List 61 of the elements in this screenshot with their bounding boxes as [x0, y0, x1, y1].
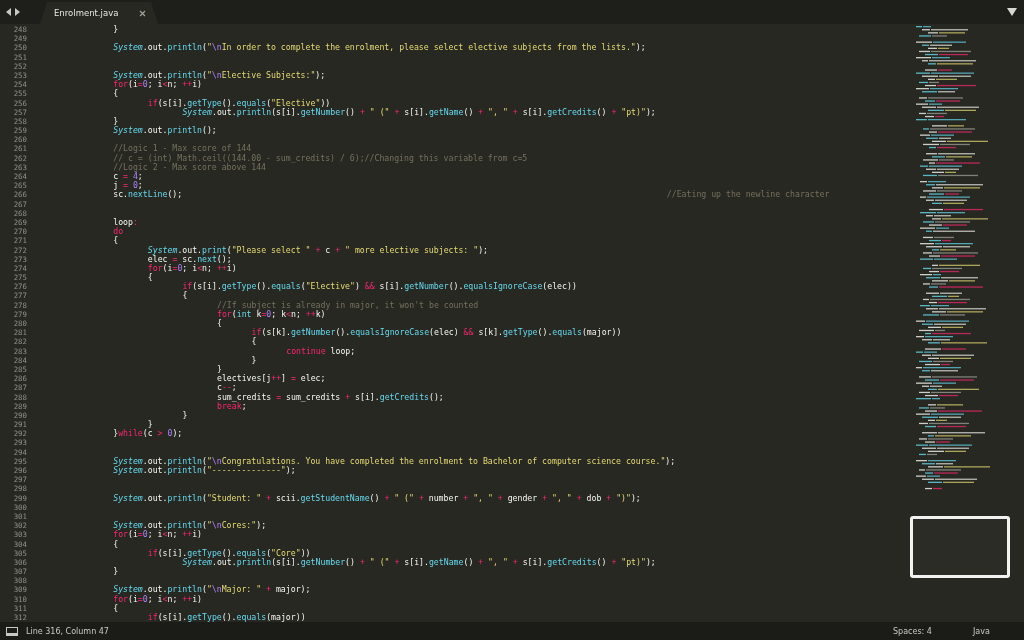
code-line: System.out.println();	[112, 126, 217, 136]
code-line: {	[112, 603, 119, 613]
code-line: }while(c > 0);	[112, 429, 183, 439]
code-line: for(int k=0; k<n; ++k)	[216, 309, 326, 319]
code-line: for(i=0; i<n; ++i)	[112, 594, 202, 604]
code-line: System.out.println("\nCongratulations. You have completed the enrolment to Bachelor of computer science course.");	[112, 456, 676, 466]
code-line: if(s[k].getNumber().equalsIgnoreCase(elec) && s[k].getType().equals(major))	[250, 328, 622, 338]
file-tab[interactable]: Enrolment.java	[40, 2, 158, 24]
code-line: loop:	[112, 217, 138, 228]
cursor-position: Line 316, Column 47	[26, 626, 109, 636]
code-line: elec = sc.next();	[146, 254, 232, 264]
code-line: }	[112, 116, 119, 127]
code-line: if(s[i].getType().equals("Elective"))	[146, 98, 331, 108]
code-line: }	[147, 420, 153, 430]
code-line: System.out.println(s[i].getNumber() + " (" + s[i].getName() + ", " + s[i].getCredits() + "pt)");	[182, 107, 656, 117]
code-line: do	[112, 227, 124, 237]
code-line: {	[250, 337, 257, 347]
code-line: {	[146, 273, 153, 283]
code-line: }	[250, 355, 257, 365]
indentation-setting[interactable]: Spaces: 4	[893, 626, 973, 636]
code-line: //Logic 2 - Max score above 144	[112, 162, 266, 172]
back-forward-icon[interactable]	[6, 8, 20, 16]
code-line: for(i=0; i<n; ++i)	[112, 80, 202, 90]
minimap-viewport[interactable]	[910, 516, 1010, 578]
code-line: System.out.println("\nCores:");	[112, 521, 267, 531]
code-line: System.out.println("Student: " + scii.getStudentName() + " (" + number + ", " + gender + ", " + dob + ")");	[112, 493, 641, 503]
code-line: System.out.println(s[i].getNumber() + " (" + s[i].getName() + ", " + s[i].getCredits() + "pt)");	[182, 557, 656, 568]
code-line: //If subject is already in major, it won't be counted	[216, 300, 479, 310]
code-line: }	[112, 567, 119, 577]
code-line: {	[112, 539, 119, 549]
code-line: System.out.print("Please select " + c + " more elective subjects: ");	[146, 245, 488, 255]
code-line: sc.nextLine(); //Eating up the newline character	[112, 190, 830, 200]
code-line: }	[112, 25, 119, 35]
code-line: break;	[216, 401, 247, 411]
code-line: c = 4;	[112, 172, 143, 181]
code-line: {	[216, 319, 222, 329]
code-line: if(s[i].getType().equals(major))	[146, 613, 306, 622]
code-line: // c = (int) Math.ceil((144.00 - sum_credits) / 6);//Changing this variable from c=5	[112, 153, 528, 163]
code-line: //Logic 1 - Max score of 144	[112, 144, 252, 154]
code-line: System.out.println("--------------");	[112, 466, 296, 476]
code-line: j = 0;	[112, 181, 143, 191]
code-line: c--;	[216, 383, 237, 393]
code-line: if(s[i].getType().equals("Elective") && s[i].getNumber().equalsIgnoreCase(elec))	[181, 282, 577, 292]
code-line: if(s[i].getType().equals("Core"))	[146, 548, 311, 558]
code-line: System.out.println("\nMajor: " + major);	[112, 585, 311, 595]
code-line: electives[j++] = elec;	[216, 374, 326, 384]
dropdown-icon[interactable]	[1007, 8, 1017, 16]
code-line: {	[112, 236, 119, 246]
code-line: for(i=0; i<n; ++i)	[112, 530, 202, 540]
code-line: System.out.println("\nIn order to complete the enrolment, please select elective subjects from the lists.");	[112, 43, 646, 53]
code-line: continue loop;	[285, 346, 356, 356]
code-line: sum_credits = sum_credits + s[i].getCredits();	[216, 392, 444, 402]
close-icon[interactable]	[139, 9, 146, 17]
code-line: {	[181, 291, 188, 301]
syntax-setting[interactable]: Java	[973, 626, 1024, 636]
code-line: }	[181, 410, 188, 421]
code-line: System.out.println("\nElective Subjects:");	[112, 70, 326, 81]
panel-icon[interactable]	[6, 626, 18, 636]
code-line: for(i=0; i<n; ++i)	[146, 263, 237, 273]
code-line: }	[216, 364, 222, 375]
code-line: {	[112, 89, 119, 99]
